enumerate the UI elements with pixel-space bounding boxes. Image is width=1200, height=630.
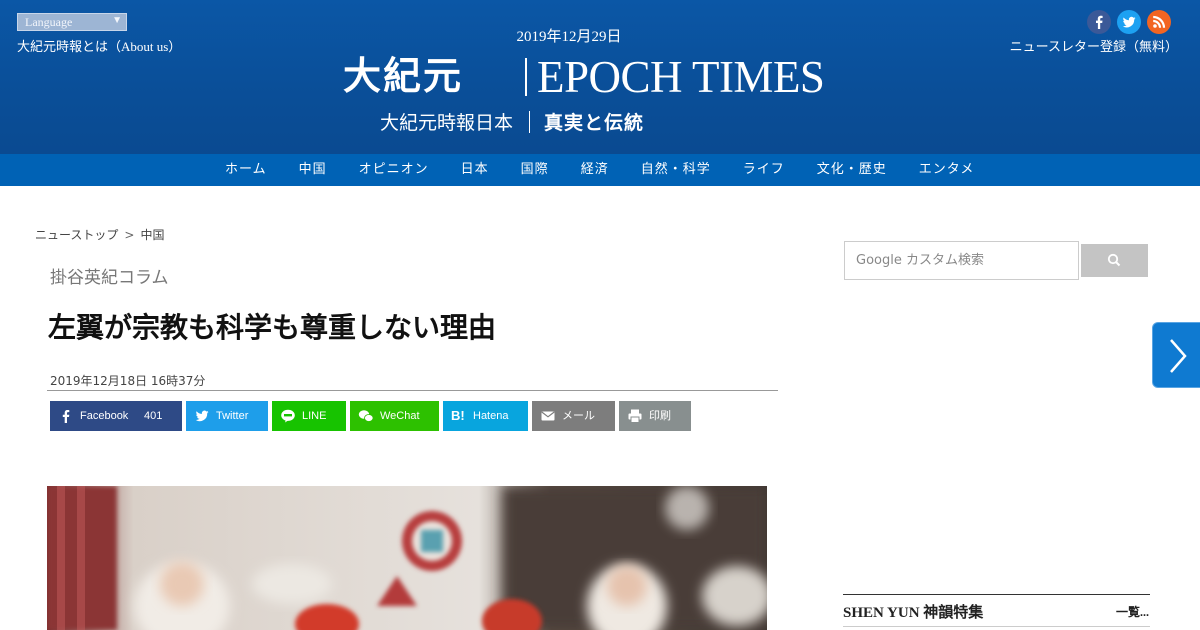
search-input[interactable] <box>845 242 1078 279</box>
hatena-icon: B! <box>451 408 465 423</box>
breadcrumb-current[interactable]: 中国 <box>140 228 164 242</box>
breadcrumb: ニューストップ > 中国 <box>35 226 164 243</box>
share-wechat-button[interactable]: WeChat <box>350 401 439 431</box>
header-date: 2019年12月29日 <box>516 29 622 45</box>
nav-item-opinion[interactable]: オピニオン <box>343 154 445 186</box>
newsletter-link[interactable]: ニュースレター登録（無料） <box>1010 36 1178 55</box>
share-line-button[interactable]: LINE <box>272 401 346 431</box>
subtitle-divider <box>529 111 531 133</box>
subtitle-name: 大紀元時報日本 <box>380 112 514 134</box>
search-button[interactable] <box>1081 244 1148 277</box>
divider <box>843 594 1150 595</box>
share-facebook-label: Facebook <box>80 410 129 422</box>
breadcrumb-separator: > <box>124 228 135 242</box>
facebook-icon <box>62 410 70 423</box>
share-print-label: 印刷 <box>649 410 671 422</box>
nav-item-home[interactable]: ホーム <box>209 154 283 186</box>
nav-item-japan[interactable]: 日本 <box>445 154 505 186</box>
mail-icon <box>541 411 555 421</box>
chevron-down-icon: ▼ <box>112 15 122 26</box>
search-box <box>844 241 1079 280</box>
chevron-right-icon <box>1170 339 1187 373</box>
print-icon <box>628 409 642 423</box>
shenyun-section-title: SHEN YUN 神韻特集 <box>843 605 984 621</box>
share-mail-button[interactable]: メール <box>532 401 615 431</box>
twitter-icon <box>195 410 209 422</box>
shenyun-more-link[interactable]: 一覧... <box>1116 603 1149 620</box>
next-article-button[interactable] <box>1152 322 1200 388</box>
share-twitter-button[interactable]: Twitter <box>186 401 268 431</box>
divider <box>47 390 778 391</box>
article-hero-image <box>47 486 767 630</box>
share-hatena-button[interactable]: B! Hatena <box>443 401 528 431</box>
breadcrumb-home-link[interactable]: ニューストップ <box>35 228 118 242</box>
about-us-link[interactable]: 大紀元時報とは（About us） <box>17 36 181 55</box>
main-nav: ホーム 中国 オピニオン 日本 国際 経済 自然・科学 ライフ 文化・歴史 エン… <box>0 154 1200 186</box>
article-date: 2019年12月18日 16時37分 <box>50 374 206 388</box>
nav-item-science[interactable]: 自然・科学 <box>625 154 727 186</box>
logo-divider <box>525 58 527 96</box>
facebook-icon[interactable] <box>1087 10 1111 34</box>
nav-item-economy[interactable]: 経済 <box>565 154 625 186</box>
language-select-label: Language <box>25 15 73 29</box>
share-print-button[interactable]: 印刷 <box>619 401 691 431</box>
christmas-figures-photo <box>47 486 767 630</box>
column-name[interactable]: 掛谷英紀コラム <box>50 263 169 288</box>
site-logo[interactable]: 大紀元 EPOCH TIMES <box>343 52 863 102</box>
nav-item-culture[interactable]: 文化・歴史 <box>801 154 903 186</box>
share-wechat-label: WeChat <box>380 410 420 422</box>
share-facebook-count: 401 <box>144 410 163 422</box>
site-subtitle: 大紀元時報日本 真実と伝統 <box>380 110 644 136</box>
share-hatena-label: Hatena <box>473 410 509 422</box>
divider <box>843 626 1150 627</box>
nav-item-china[interactable]: 中国 <box>283 154 343 186</box>
share-line-label: LINE <box>302 410 327 422</box>
twitter-icon[interactable] <box>1117 10 1141 34</box>
logo-latin: EPOCH TIMES <box>537 52 825 102</box>
wechat-icon <box>358 410 374 422</box>
nav-item-international[interactable]: 国際 <box>505 154 565 186</box>
subtitle-motto: 真実と伝統 <box>544 112 645 134</box>
nav-item-entertainment[interactable]: エンタメ <box>903 154 991 186</box>
share-facebook-button[interactable]: Facebook 401 <box>50 401 182 431</box>
site-header: Language ▼ 大紀元時報とは（About us） 2019年12月29日… <box>0 0 1200 154</box>
share-mail-label: メール <box>562 410 595 422</box>
search-icon <box>1107 253 1121 267</box>
language-select[interactable]: Language ▼ <box>17 13 127 31</box>
share-twitter-label: Twitter <box>216 410 249 422</box>
rss-icon[interactable] <box>1147 10 1171 34</box>
line-icon <box>281 409 295 423</box>
nav-item-life[interactable]: ライフ <box>727 154 801 186</box>
logo-kanji: 大紀元 <box>343 53 464 98</box>
article-title: 左翼が宗教も科学も尊重しない理由 <box>48 311 497 344</box>
